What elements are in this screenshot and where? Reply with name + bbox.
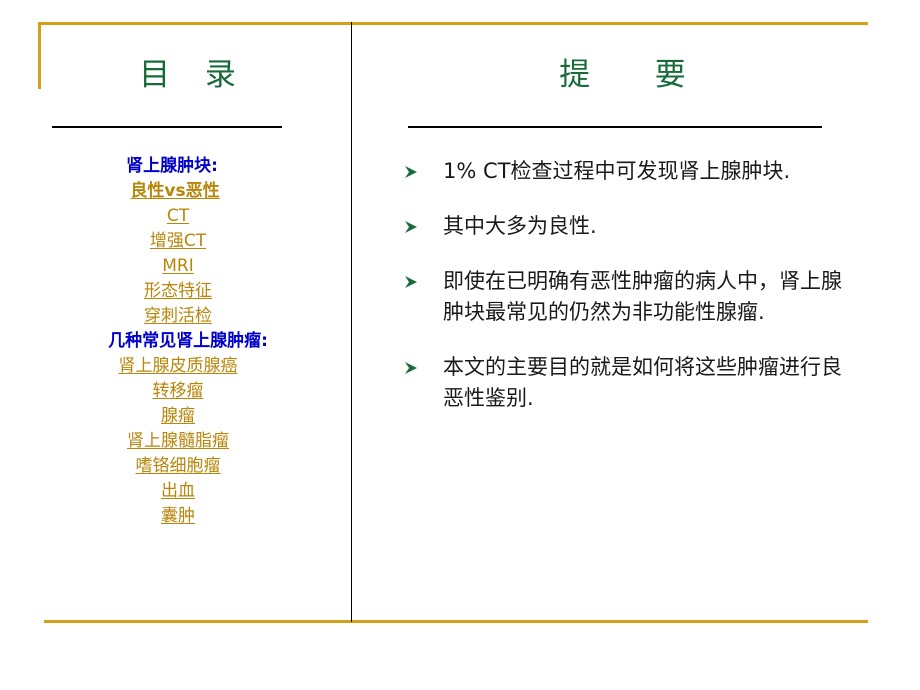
toc-heading-adrenal-mass: 肾上腺肿块: bbox=[126, 156, 218, 176]
green-arrow-bullet-icon bbox=[404, 353, 418, 374]
toc-link-metastasis[interactable]: 转移瘤 bbox=[153, 381, 228, 401]
list-item: CT bbox=[40, 204, 340, 229]
toc-link-myelolipoma[interactable]: 肾上腺髓脂瘤 bbox=[127, 431, 253, 451]
green-arrow-bullet-icon bbox=[404, 267, 418, 288]
list-item: 1% CT检查过程中可发现肾上腺肿块. bbox=[404, 156, 843, 187]
toc-link-mri[interactable]: MRI bbox=[162, 256, 218, 276]
right-title-underline bbox=[408, 126, 822, 128]
summary-bullet-text: 其中大多为良性. bbox=[443, 214, 597, 238]
toc-link-ct[interactable]: CT bbox=[167, 206, 213, 226]
frame-top-border bbox=[38, 22, 868, 25]
table-of-contents-list: 肾上腺肿块: 良性vs恶性 CT 增强CT MRI 形态特征 穿刺活检 几种常见… bbox=[40, 154, 340, 529]
list-item: 肾上腺肿块: bbox=[40, 154, 340, 179]
toc-link-benign-vs-malignant[interactable]: 良性vs恶性 bbox=[130, 181, 249, 201]
slide-canvas: 目 录 肾上腺肿块: 良性vs恶性 CT 增强CT MRI 形态特征 穿刺活检 … bbox=[0, 0, 920, 690]
toc-link-morphology[interactable]: 形态特征 bbox=[144, 281, 236, 301]
frame-bottom-border bbox=[44, 620, 868, 623]
toc-link-adenoma[interactable]: 腺瘤 bbox=[161, 406, 219, 426]
list-item: 腺瘤 bbox=[40, 404, 340, 429]
column-divider bbox=[351, 22, 352, 622]
toc-link-cyst[interactable]: 囊肿 bbox=[161, 506, 219, 526]
list-item: 几种常见肾上腺肿瘤: bbox=[40, 329, 340, 354]
summary-bullet-text: 即使在已明确有恶性肿瘤的病人中，肾上腺肿块最常见的仍然为非功能性腺瘤. bbox=[443, 269, 842, 324]
list-item: 肾上腺髓脂瘤 bbox=[40, 429, 340, 454]
table-of-contents-column: 目 录 肾上腺肿块: 良性vs恶性 CT 增强CT MRI 形态特征 穿刺活检 … bbox=[40, 40, 340, 610]
summary-column: 提 要 1% CT检查过程中可发现肾上腺肿块. 其中大多为良性. 即使在已明确有 bbox=[360, 40, 880, 610]
summary-bullet-text: 本文的主要目的就是如何将这些肿瘤进行良恶性鉴别. bbox=[443, 355, 842, 410]
list-item: 良性vs恶性 bbox=[40, 179, 340, 204]
list-item: 其中大多为良性. bbox=[404, 211, 843, 242]
toc-link-contrast-ct[interactable]: 增强CT bbox=[150, 231, 230, 251]
summary-bullet-text: 1% CT检查过程中可发现肾上腺肿块. bbox=[443, 159, 791, 183]
left-title-underline bbox=[52, 126, 282, 128]
green-arrow-bullet-icon bbox=[404, 212, 418, 233]
toc-heading-common-tumors: 几种常见肾上腺肿瘤: bbox=[108, 331, 268, 351]
list-item: 出血 bbox=[40, 479, 340, 504]
list-item: 即使在已明确有恶性肿瘤的病人中，肾上腺肿块最常见的仍然为非功能性腺瘤. bbox=[404, 266, 843, 328]
list-item: 转移瘤 bbox=[40, 379, 340, 404]
toc-link-biopsy[interactable]: 穿刺活检 bbox=[144, 306, 236, 326]
left-column-title: 目 录 bbox=[139, 57, 241, 93]
toc-link-hemorrhage[interactable]: 出血 bbox=[161, 481, 219, 501]
list-item: 嗜铬细胞瘤 bbox=[40, 454, 340, 479]
list-item: MRI bbox=[40, 254, 340, 279]
green-arrow-bullet-icon bbox=[404, 157, 418, 178]
list-item: 穿刺活检 bbox=[40, 304, 340, 329]
list-item: 肾上腺皮质腺癌 bbox=[40, 354, 340, 379]
list-item: 形态特征 bbox=[40, 279, 340, 304]
list-item: 本文的主要目的就是如何将这些肿瘤进行良恶性鉴别. bbox=[404, 352, 843, 414]
list-item: 囊肿 bbox=[40, 504, 340, 529]
summary-bullet-list: 1% CT检查过程中可发现肾上腺肿块. 其中大多为良性. 即使在已明确有恶性肿瘤… bbox=[404, 156, 880, 414]
toc-link-adrenocortical-carcinoma[interactable]: 肾上腺皮质腺癌 bbox=[119, 356, 262, 376]
list-item: 增强CT bbox=[40, 229, 340, 254]
right-column-title: 提 要 bbox=[559, 57, 691, 93]
toc-link-pheochromocytoma[interactable]: 嗜铬细胞瘤 bbox=[136, 456, 245, 476]
